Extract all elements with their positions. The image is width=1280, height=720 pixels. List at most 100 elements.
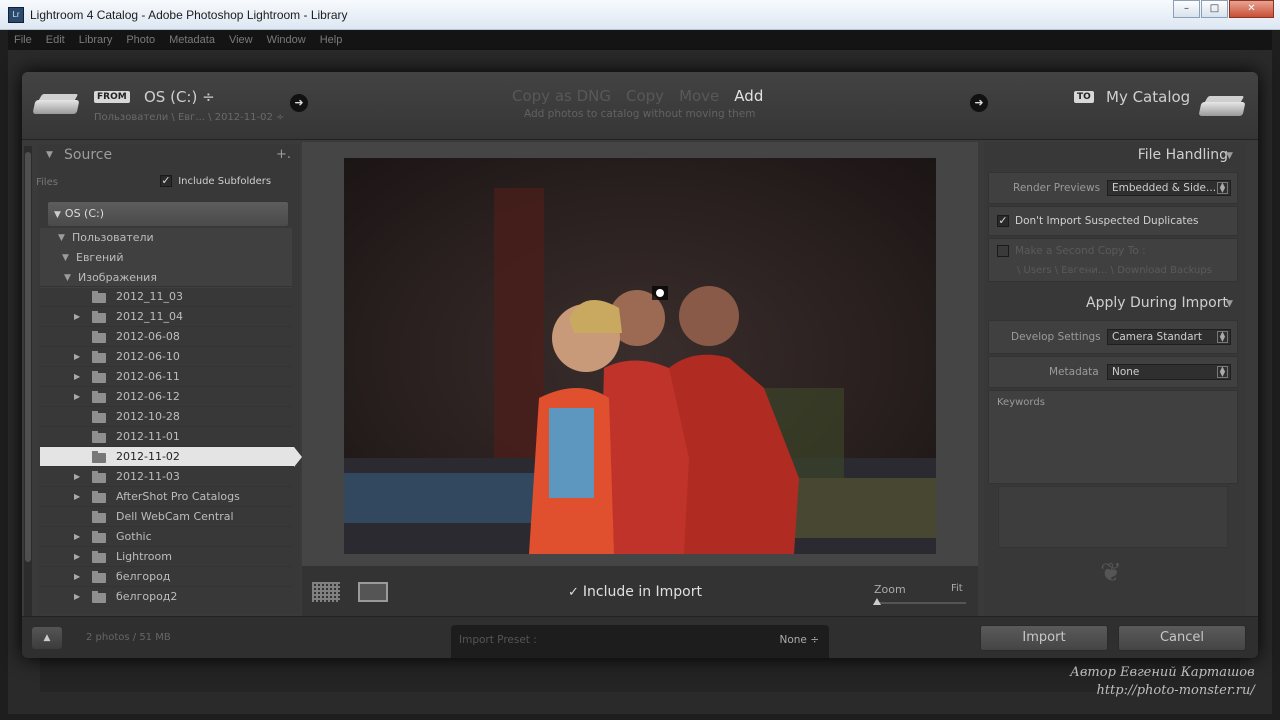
include-subfolders-toggle[interactable]: ✓ Include Subfolders — [160, 175, 271, 187]
folder-label: 2012_11_04 — [116, 310, 183, 323]
expand-triangle-icon[interactable]: ▶ — [74, 387, 80, 407]
expand-triangle-icon[interactable]: ▶ — [74, 307, 80, 327]
close-button[interactable]: ✕ — [1229, 0, 1274, 18]
apply-during-import-title: Apply During Import — [1086, 295, 1228, 311]
folder-row[interactable]: ▶ белгород — [40, 566, 292, 586]
folder-row[interactable]: 2012-10-28 — [40, 406, 292, 426]
second-copy-checkbox[interactable] — [997, 245, 1009, 257]
zoom-slider-track[interactable] — [876, 602, 966, 604]
mode-copy-as-dng[interactable]: Copy as DNG — [512, 87, 611, 105]
keywords-row: Keywords — [988, 390, 1238, 484]
folder-row[interactable]: Dell WebCam Central — [40, 506, 292, 526]
collapse-triangle-icon[interactable]: ▼ — [46, 150, 53, 160]
collapse-triangle-icon[interactable]: ▼ — [1226, 299, 1233, 309]
checkmark-icon[interactable]: ✓ — [568, 585, 579, 600]
folder-label: 2012-10-28 — [116, 410, 180, 423]
menu-view[interactable]: View — [229, 30, 253, 50]
expand-triangle-icon[interactable]: ▶ — [74, 547, 80, 567]
expand-triangle-icon[interactable]: ▶ — [74, 347, 80, 367]
collapse-triangle-icon[interactable]: ▼ — [1226, 151, 1233, 161]
folder-row[interactable]: ▶ белгород2 — [40, 586, 292, 606]
folder-icon — [92, 551, 106, 563]
expand-triangle-icon[interactable]: ▶ — [74, 467, 80, 487]
tree-node-user[interactable]: ▼ Евгений — [40, 248, 292, 268]
left-panel-scrollbar[interactable] — [24, 146, 32, 616]
zoom-slider-handle[interactable] — [873, 598, 881, 605]
show-more-options-icon[interactable]: ▲ — [32, 627, 62, 649]
keywords-label: Keywords — [997, 397, 1045, 408]
expand-triangle-icon[interactable]: ▶ — [74, 527, 80, 547]
menu-photo[interactable]: Photo — [126, 30, 155, 50]
source-path[interactable]: Пользователи \ Евг... \ 2012-11-02 ÷ — [94, 112, 284, 123]
source-drive-icon — [32, 92, 80, 116]
metadata-dropdown[interactable]: None ▲ ▼ — [1107, 364, 1231, 380]
grid-view-icon[interactable] — [312, 582, 340, 602]
folder-label: белгород — [116, 570, 171, 583]
render-previews-dropdown[interactable]: Embedded & Side... ▲ ▼ — [1107, 180, 1231, 196]
second-copy-path: \ Users \ Евгени... \ Download Backups — [1017, 265, 1212, 276]
folder-icon — [92, 511, 106, 523]
photo-image — [344, 158, 936, 554]
menu-file[interactable]: File — [14, 30, 32, 50]
tree-node-label: Пользователи — [72, 231, 154, 244]
folder-row[interactable]: ▶ 2012-06-12 — [40, 386, 292, 406]
mode-add[interactable]: Add — [734, 87, 763, 105]
folder-row-selected[interactable]: 2012-11-02 — [40, 446, 302, 467]
folder-icon — [92, 411, 106, 423]
import-preset-dropdown[interactable]: None ÷ — [779, 634, 819, 646]
checkmark-icon[interactable]: ✓ — [997, 215, 1009, 227]
arrow-right-icon[interactable]: ➜ — [970, 94, 988, 112]
folder-label: Lightroom — [116, 550, 172, 563]
expand-triangle-icon[interactable]: ▶ — [74, 567, 80, 587]
folder-row[interactable]: ▶ 2012-06-11 — [40, 366, 292, 386]
folder-row[interactable]: ▶ Gothic — [40, 526, 292, 546]
mode-move[interactable]: Move — [679, 87, 719, 105]
folder-label: 2012-06-12 — [116, 390, 180, 403]
keywords-input[interactable] — [998, 486, 1228, 548]
maximize-button[interactable]: □ — [1201, 0, 1228, 18]
dropdown-arrows-icon: ▲ ▼ — [1217, 331, 1228, 343]
loupe-view-icon[interactable] — [358, 582, 388, 602]
menu-edit[interactable]: Edit — [46, 30, 65, 50]
volume-os-c[interactable]: ▼ OS (C:) — [48, 202, 288, 226]
folder-icon — [92, 371, 106, 383]
collapse-triangle-icon: ▼ — [64, 273, 71, 283]
folder-row[interactable]: 2012-06-08 — [40, 326, 292, 346]
folder-row[interactable]: ▶ 2012-11-03 — [40, 466, 292, 486]
files-row: Files ✓ Include Subfolders — [36, 175, 286, 188]
photo-preview[interactable] — [344, 158, 936, 554]
menu-window[interactable]: Window — [267, 30, 306, 50]
checkmark-icon[interactable]: ✓ — [160, 175, 172, 187]
tree-node-images[interactable]: ▼ Изображения — [40, 268, 292, 288]
expand-triangle-icon[interactable]: ▶ — [74, 367, 80, 387]
arrow-right-icon[interactable]: ➜ — [290, 94, 308, 112]
folder-row[interactable]: ▶ Lightroom — [40, 546, 292, 566]
folder-row[interactable]: ▶ 2012_11_04 — [40, 306, 292, 326]
menu-metadata[interactable]: Metadata — [169, 30, 215, 50]
tree-node-users[interactable]: ▼ Пользователи — [40, 228, 292, 248]
develop-settings-dropdown[interactable]: Camera Standart ▲ ▼ — [1107, 329, 1231, 345]
menu-help[interactable]: Help — [320, 30, 343, 50]
window-titlebar: Lr Lightroom 4 Catalog - Adobe Photoshop… — [0, 0, 1280, 30]
dont-import-duplicates-row[interactable]: ✓ Don't Import Suspected Duplicates — [988, 206, 1238, 236]
source-selector[interactable]: OS (C:) ÷ — [144, 88, 215, 106]
folder-label: 2012-06-11 — [116, 370, 180, 383]
cancel-button[interactable]: Cancel — [1118, 625, 1246, 651]
fit-label[interactable]: Fit — [951, 583, 963, 594]
folder-row[interactable]: 2012-11-01 — [40, 426, 292, 446]
expand-triangle-icon[interactable]: ▶ — [74, 587, 80, 607]
import-button[interactable]: Import — [980, 625, 1108, 651]
mode-copy[interactable]: Copy — [626, 87, 664, 105]
add-source-icon[interactable]: +. — [276, 147, 291, 162]
expand-triangle-icon[interactable]: ▶ — [74, 487, 80, 507]
folder-row[interactable]: 2012_11_03 — [40, 286, 292, 306]
metadata-label: Metadata — [1049, 366, 1099, 378]
include-in-import-toggle[interactable]: ✓ Include in Import — [568, 584, 702, 600]
minimize-button[interactable]: – — [1173, 0, 1200, 18]
menu-library[interactable]: Library — [79, 30, 113, 50]
import-preset-bar: Import Preset : None ÷ — [451, 625, 829, 658]
collapse-triangle-icon: ▼ — [54, 210, 61, 220]
folder-row[interactable]: ▶ AfterShot Pro Catalogs — [40, 486, 292, 506]
folder-row[interactable]: ▶ 2012-06-10 — [40, 346, 292, 366]
develop-settings-row: Develop Settings Camera Standart ▲ ▼ — [988, 320, 1238, 354]
